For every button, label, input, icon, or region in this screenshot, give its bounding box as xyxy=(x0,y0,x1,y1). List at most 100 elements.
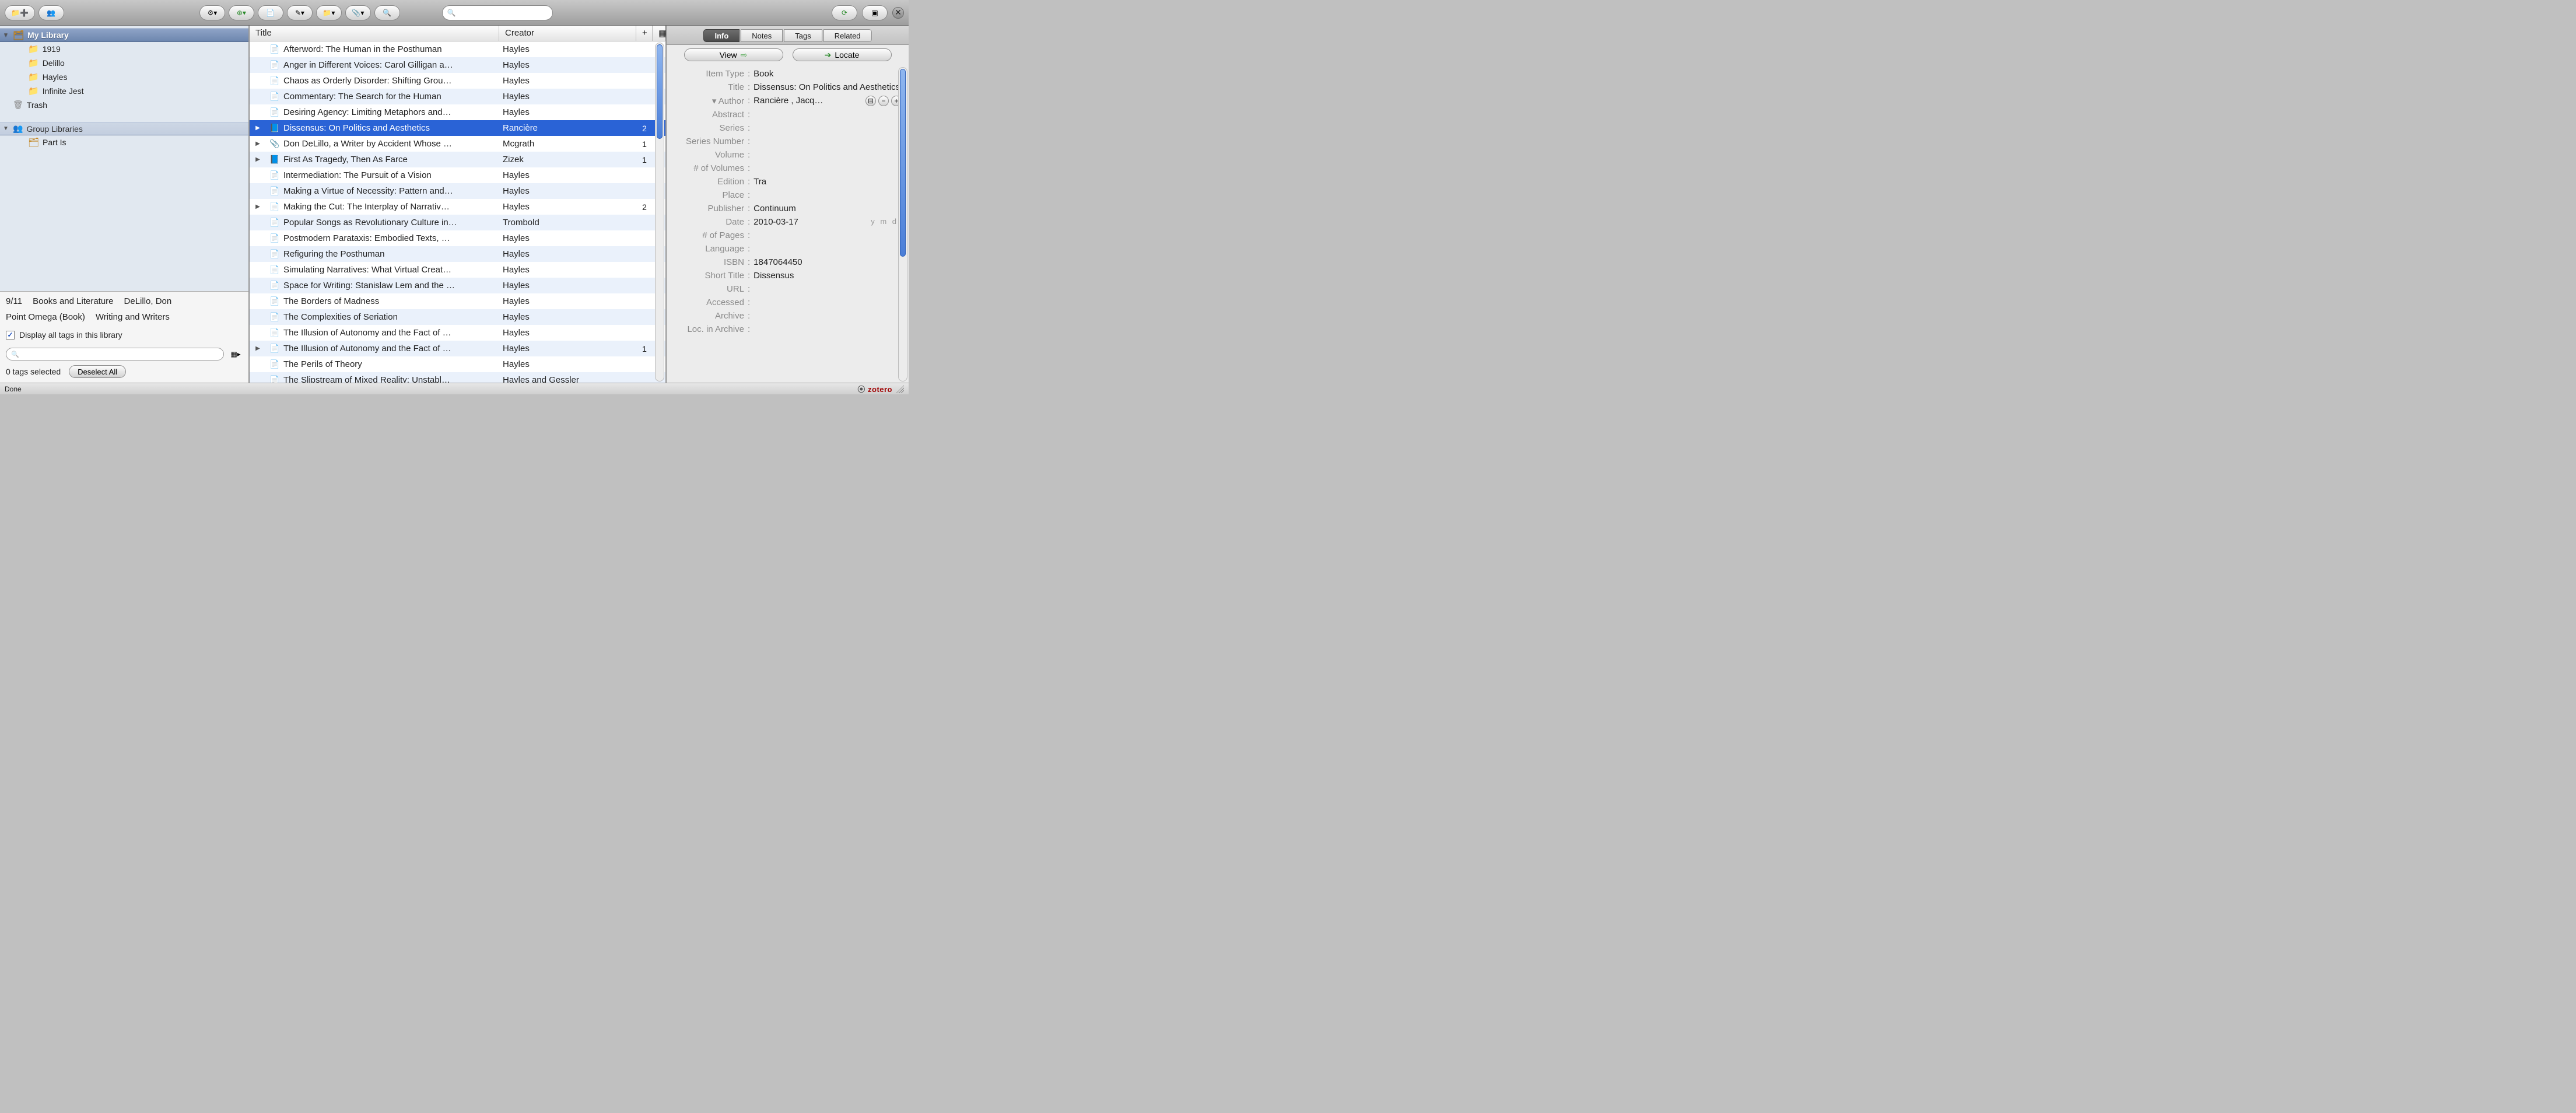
item-row[interactable]: 📄The Perils of TheoryHayles xyxy=(250,356,665,372)
tab-info[interactable]: Info xyxy=(703,29,739,42)
tab-notes[interactable]: Notes xyxy=(741,29,783,42)
new-group-button[interactable]: 👥 xyxy=(38,5,64,20)
item-row[interactable]: 📄Intermediation: The Pursuit of a Vision… xyxy=(250,167,665,183)
field-archive[interactable]: Archive: xyxy=(669,309,902,323)
tag-selector-item[interactable]: Writing and Writers xyxy=(96,312,170,322)
my-library-root[interactable]: ▼ 🗂 My Library xyxy=(0,28,248,42)
field-volume[interactable]: Volume: xyxy=(669,148,902,162)
tab-tags[interactable]: Tags xyxy=(784,29,822,42)
field-edition[interactable]: Edition:Tra xyxy=(669,175,902,188)
field-isbn[interactable]: ISBN:1847064450 xyxy=(669,256,902,269)
trash-row[interactable]: 🗑 Trash xyxy=(0,98,248,111)
collections-tree[interactable]: ▼ 🗂 My Library 📁1919📁Delillo📁Hayles📁Infi… xyxy=(0,26,248,291)
twisty-icon[interactable]: ▶ xyxy=(250,204,266,210)
display-all-tags-checkbox[interactable] xyxy=(6,331,15,340)
collection-row[interactable]: 📁Delillo xyxy=(0,56,248,70)
quick-search-input[interactable] xyxy=(442,5,553,20)
item-row[interactable]: 📄Popular Songs as Revolutionary Culture … xyxy=(250,215,665,230)
add-by-identifier-button[interactable]: 📄 xyxy=(258,5,283,20)
field-value[interactable]: Tra xyxy=(753,177,902,187)
item-row[interactable]: 📄Chaos as Orderly Disorder: Shifting Gro… xyxy=(250,73,665,89)
collection-row[interactable]: 📁Hayles xyxy=(0,70,248,84)
field-value[interactable]: Rancière , Jacq… xyxy=(753,96,862,106)
column-picker-button[interactable]: ▦ xyxy=(653,26,665,41)
item-row[interactable]: ▶📄The Illusion of Autonomy and the Fact … xyxy=(250,341,665,356)
tag-selector-item[interactable]: Point Omega (Book) xyxy=(6,312,85,322)
field-abstract[interactable]: Abstract: xyxy=(669,108,902,121)
item-row[interactable]: ▶📎Don DeLillo, a Writer by Accident Whos… xyxy=(250,136,665,152)
item-row[interactable]: 📄Commentary: The Search for the HumanHay… xyxy=(250,89,665,104)
tag-filter-input[interactable] xyxy=(6,348,224,360)
column-title[interactable]: Title xyxy=(250,26,499,41)
field-value[interactable]: 1847064450 xyxy=(753,257,902,267)
item-row[interactable]: 📄The Complexities of SeriationHayles xyxy=(250,309,665,325)
item-row[interactable]: 📄The Slipstream of Mixed Reality: Unstab… xyxy=(250,372,665,383)
swap-names-button[interactable]: ⊟ xyxy=(865,96,876,106)
add-attachment-button[interactable]: 📁▾ xyxy=(316,5,342,20)
field-short_title[interactable]: Short Title:Dissensus xyxy=(669,269,902,282)
field-value[interactable]: Dissensus xyxy=(753,271,902,281)
item-row[interactable]: 📄Making a Virtue of Necessity: Pattern a… xyxy=(250,183,665,199)
field-value[interactable]: Dissensus: On Politics and Aesthetics xyxy=(753,82,902,92)
collection-row[interactable]: 📁1919 xyxy=(0,42,248,56)
quick-search-field[interactable] xyxy=(458,8,561,17)
field-author[interactable]: ▾ Author:Rancière , Jacq…⊟−+ xyxy=(669,94,902,108)
close-pane-button[interactable]: ✕ xyxy=(892,7,904,19)
field-series_no[interactable]: Series Number: xyxy=(669,135,902,148)
item-row[interactable]: 📄Afterword: The Human in the PosthumanHa… xyxy=(250,41,665,57)
twisty-icon[interactable]: ▼ xyxy=(2,125,9,132)
new-item-button[interactable]: ⊕▾ xyxy=(229,5,254,20)
advanced-search-button[interactable]: 🔍 xyxy=(374,5,400,20)
twisty-icon[interactable]: ▼ xyxy=(2,32,9,38)
deselect-all-tags-button[interactable]: Deselect All xyxy=(69,365,126,378)
new-note-button[interactable]: ✎▾ xyxy=(287,5,313,20)
collection-row[interactable]: 📁Infinite Jest xyxy=(0,84,248,98)
field-date[interactable]: Date:2010-03-17y m d xyxy=(669,215,902,229)
sync-button[interactable]: ⟳ xyxy=(832,5,857,20)
field-loc_archive[interactable]: Loc. in Archive: xyxy=(669,323,902,336)
field-pages[interactable]: # of Pages: xyxy=(669,229,902,242)
item-row[interactable]: 📄Refiguring the PosthumanHayles xyxy=(250,246,665,262)
field-publisher[interactable]: Publisher:Continuum xyxy=(669,202,902,215)
item-row[interactable]: 📄Anger in Different Voices: Carol Gillig… xyxy=(250,57,665,73)
field-accessed[interactable]: Accessed: xyxy=(669,296,902,309)
item-row[interactable]: 📄Desiring Agency: Limiting Metaphors and… xyxy=(250,104,665,120)
group-library-row[interactable]: 🗂Part Is xyxy=(0,135,248,149)
tag-color-menu-button[interactable]: ▦▸ xyxy=(229,348,243,360)
tag-selector-item[interactable]: 9/11 xyxy=(6,296,22,306)
items-list[interactable]: 📄Afterword: The Human in the PosthumanHa… xyxy=(250,41,665,383)
tag-selector-item[interactable]: DeLillo, Don xyxy=(124,296,172,306)
item-row[interactable]: ▶📘Dissensus: On Politics and AestheticsR… xyxy=(250,120,665,136)
twisty-icon[interactable]: ▶ xyxy=(250,156,266,163)
field-value[interactable]: Continuum xyxy=(753,204,902,214)
field-series[interactable]: Series: xyxy=(669,121,902,135)
column-creator[interactable]: Creator xyxy=(499,26,636,41)
column-attachments[interactable]: + xyxy=(636,26,653,41)
field-num_vol[interactable]: # of Volumes: xyxy=(669,162,902,175)
tab-related[interactable]: Related xyxy=(823,29,872,42)
window-resizer[interactable] xyxy=(896,385,904,393)
item-row[interactable]: ▶📘First As Tragedy, Then As FarceZizek1 xyxy=(250,152,665,167)
twisty-icon[interactable]: ▶ xyxy=(250,345,266,352)
field-language[interactable]: Language: xyxy=(669,242,902,256)
item-pane-scrollbar[interactable] xyxy=(898,67,907,382)
item-row[interactable]: ▶📄Making the Cut: The Interplay of Narra… xyxy=(250,199,665,215)
tag-filter-field[interactable] xyxy=(22,350,219,358)
field-place[interactable]: Place: xyxy=(669,188,902,202)
view-online-button[interactable]: View⇨ xyxy=(684,48,783,61)
item-row[interactable]: 📄Space for Writing: Stanislaw Lem and th… xyxy=(250,278,665,293)
twisty-icon[interactable]: ▶ xyxy=(250,125,266,131)
field-url[interactable]: URL: xyxy=(669,282,902,296)
item-row[interactable]: 📄Simulating Narratives: What Virtual Cre… xyxy=(250,262,665,278)
locate-button[interactable]: ➔Locate xyxy=(793,48,892,61)
field-value[interactable]: Book xyxy=(753,69,902,79)
fullscreen-button[interactable]: ▣ xyxy=(862,5,888,20)
item-row[interactable]: 📄The Illusion of Autonomy and the Fact o… xyxy=(250,325,665,341)
new-collection-button[interactable]: 📁➕ xyxy=(5,5,35,20)
twisty-icon[interactable]: ▶ xyxy=(250,141,266,147)
field-value[interactable]: 2010-03-17 xyxy=(753,217,871,227)
tag-selector-item[interactable]: Books and Literature xyxy=(33,296,113,306)
item-row[interactable]: 📄The Borders of MadnessHayles xyxy=(250,293,665,309)
remove-creator-button[interactable]: − xyxy=(878,96,889,106)
group-libraries-heading[interactable]: ▼ 👥 Group Libraries xyxy=(0,122,248,135)
